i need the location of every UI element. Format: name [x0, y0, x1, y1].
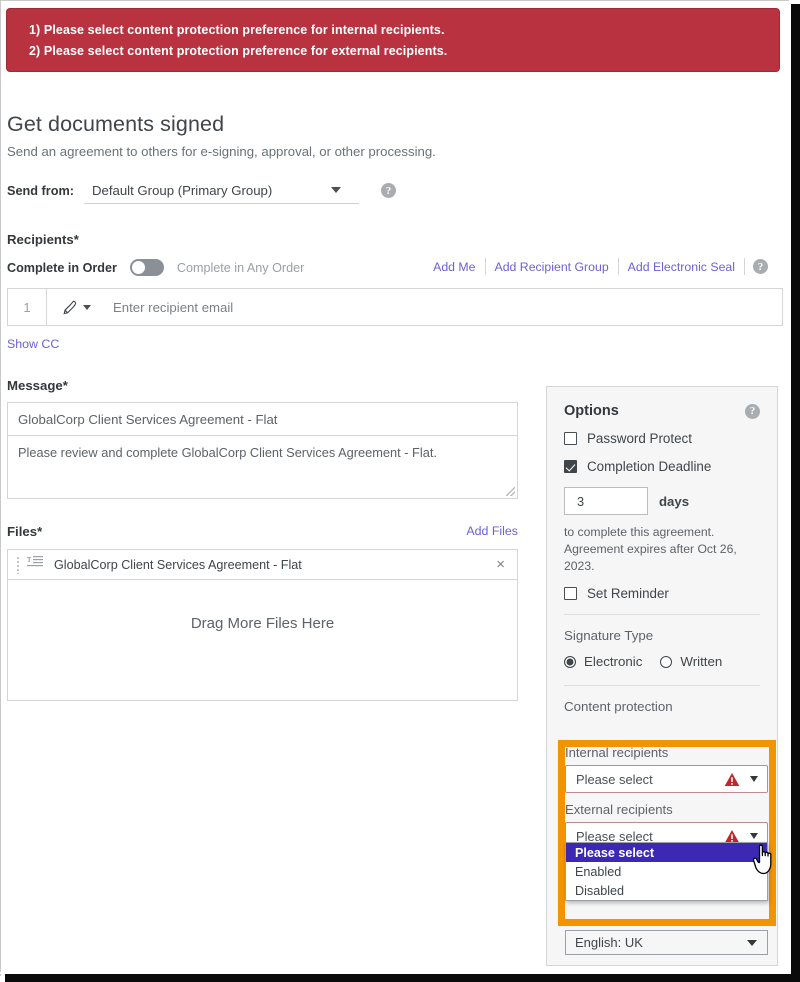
- content-protection-title: Content protection: [564, 699, 673, 714]
- file-name: GlobalCorp Client Services Agreement - F…: [54, 557, 302, 572]
- recipients-label-text: Recipients: [7, 232, 74, 247]
- document-icon: T: [27, 555, 43, 574]
- complete-any-order-label: Complete in Any Order: [176, 260, 305, 275]
- show-cc-link[interactable]: Show CC: [7, 337, 59, 351]
- language-select[interactable]: English: UK: [565, 930, 768, 955]
- page-title: Get documents signed: [7, 112, 225, 136]
- help-icon-options[interactable]: ?: [745, 403, 760, 419]
- options-header: Options ?: [564, 403, 760, 419]
- add-electronic-seal-link[interactable]: Add Electronic Seal: [619, 260, 744, 274]
- recipients-section: Recipients* Complete in Order Complete i…: [0, 232, 790, 353]
- window-edge-right: [791, 4, 800, 982]
- complete-in-order-label: Complete in Order: [7, 260, 117, 275]
- message-body-textarea[interactable]: Please review and complete GlobalCorp Cl…: [8, 436, 517, 498]
- radio-written[interactable]: [660, 655, 673, 668]
- complete-order-row: Complete in Order Complete in Any Order …: [0, 247, 790, 276]
- radio-electronic[interactable]: [564, 655, 576, 668]
- divider: [564, 685, 760, 686]
- add-files-link[interactable]: Add Files: [466, 524, 518, 538]
- add-recipient-group-link[interactable]: Add Recipient Group: [486, 260, 618, 274]
- message-box: GlobalCorp Client Services Agreement - F…: [7, 402, 518, 499]
- error-banner: 1) Please select content protection pref…: [6, 8, 780, 72]
- internal-recipients-select[interactable]: Please select: [565, 765, 768, 793]
- error-line-2: 2) Please select content protection pref…: [29, 44, 448, 58]
- message-label-text: Message: [7, 378, 63, 393]
- message-subject-input[interactable]: GlobalCorp Client Services Agreement - F…: [8, 403, 517, 436]
- internal-recipients-label: Internal recipients: [565, 745, 669, 760]
- language-value: English: UK: [575, 935, 643, 950]
- signature-pen-icon: [61, 299, 78, 316]
- mouse-cursor: [752, 841, 782, 882]
- recipient-email-input[interactable]: Enter recipient email: [103, 300, 782, 315]
- recipients-label: Recipients*: [0, 232, 790, 247]
- signature-type-options: Electronic Written: [564, 654, 760, 669]
- toggle-knob: [131, 261, 145, 274]
- chevron-down-icon: [83, 304, 91, 310]
- completion-deadline-row[interactable]: Completion Deadline: [564, 459, 760, 474]
- chevron-down-icon: [750, 776, 758, 782]
- password-protect-checkbox[interactable]: [564, 432, 577, 445]
- set-reminder-row[interactable]: Set Reminder: [564, 586, 760, 601]
- recipient-role-selector[interactable]: [47, 299, 103, 316]
- content-protection-block: Internal recipients Please select Extern…: [565, 745, 769, 901]
- recipient-row: 1 Enter recipient email: [7, 288, 783, 326]
- app-window: 1) Please select content protection pref…: [0, 0, 800, 982]
- dropdown-option-enabled[interactable]: Enabled: [566, 862, 767, 881]
- external-recipients-label: External recipients: [565, 802, 673, 817]
- electronic-label: Electronic: [584, 654, 643, 669]
- completion-deadline-label: Completion Deadline: [587, 459, 712, 474]
- svg-text:T: T: [27, 556, 32, 564]
- external-recipients-dropdown: Please select Enabled Disabled: [565, 842, 768, 901]
- recipient-action-links: Add Me Add Recipient Group Add Electroni…: [424, 258, 768, 275]
- options-title: Options: [564, 403, 619, 419]
- resize-grip-icon[interactable]: [506, 487, 515, 496]
- add-me-link[interactable]: Add Me: [424, 260, 484, 274]
- options-list: Password Protect Completion Deadline 3 d…: [564, 431, 760, 601]
- close-icon[interactable]: ×: [494, 557, 507, 572]
- password-protect-label: Password Protect: [587, 431, 692, 446]
- internal-recipients-value: Please select: [576, 771, 653, 787]
- window-top-border: [0, 0, 790, 1]
- file-list-item: T GlobalCorp Client Services Agreement -…: [8, 550, 517, 580]
- dropdown-option-please-select[interactable]: Please select: [566, 843, 767, 862]
- recipient-index: 1: [23, 299, 31, 315]
- window-edge-bottom: [5, 974, 800, 982]
- days-unit-label: days: [659, 493, 690, 509]
- divider: [564, 614, 760, 615]
- signature-type-group: Signature Type Electronic Written: [564, 628, 760, 669]
- send-from-value: Default Group (Primary Group): [91, 182, 273, 198]
- dropdown-option-disabled[interactable]: Disabled: [566, 881, 767, 900]
- files-box: T GlobalCorp Client Services Agreement -…: [7, 549, 518, 701]
- link-separator: [744, 258, 745, 275]
- chevron-down-icon: [750, 833, 758, 839]
- help-icon-send-from[interactable]: ?: [380, 183, 396, 198]
- set-reminder-checkbox[interactable]: [564, 587, 577, 600]
- password-protect-row[interactable]: Password Protect: [564, 431, 760, 446]
- written-label: Written: [680, 654, 723, 669]
- signature-type-title: Signature Type: [564, 628, 654, 643]
- required-marker: *: [37, 524, 43, 539]
- chevron-down-icon: [330, 187, 341, 193]
- required-marker: *: [62, 378, 68, 393]
- completion-deadline-checkbox[interactable]: [564, 460, 577, 473]
- send-from-row: Send from: Default Group (Primary Group)…: [0, 159, 790, 204]
- set-reminder-label: Set Reminder: [587, 586, 669, 601]
- deadline-note-2: Agreement expires after Oct 26, 2023.: [564, 542, 737, 573]
- message-body-text: Please review and complete GlobalCorp Cl…: [18, 445, 437, 460]
- page-subtitle: Send an agreement to others for e-signin…: [7, 144, 436, 159]
- error-line-1: 1) Please select content protection pref…: [29, 23, 445, 37]
- deadline-days-row: 3 days: [564, 487, 760, 515]
- complete-order-toggle[interactable]: [129, 259, 164, 276]
- deadline-days-input[interactable]: 3: [564, 487, 648, 515]
- deadline-note-1: to complete this agreement.: [564, 525, 715, 539]
- send-from-label: Send from:: [7, 183, 74, 198]
- warning-icon: [724, 772, 740, 790]
- help-icon-recipients[interactable]: ?: [753, 259, 768, 274]
- drag-handle-icon[interactable]: [16, 555, 20, 574]
- chevron-down-icon: [747, 940, 757, 946]
- file-drop-area[interactable]: Drag More Files Here: [8, 580, 517, 700]
- send-from-select[interactable]: Default Group (Primary Group): [83, 177, 359, 204]
- required-marker: *: [73, 232, 79, 247]
- files-label-text: Files: [7, 524, 38, 539]
